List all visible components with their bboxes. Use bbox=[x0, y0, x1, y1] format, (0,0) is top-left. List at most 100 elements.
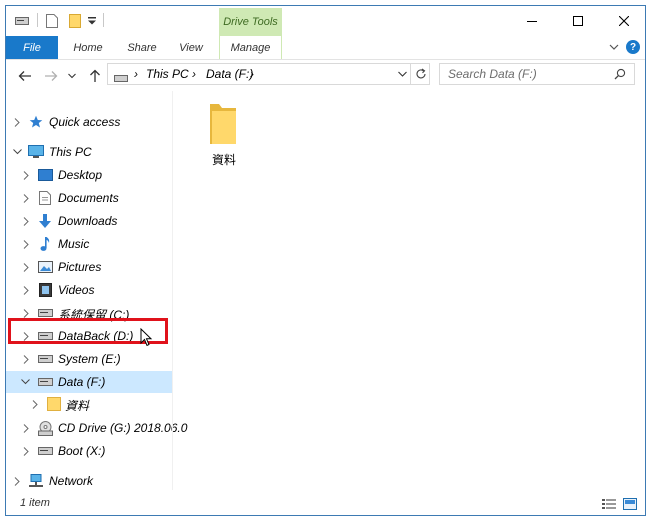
close-icon bbox=[619, 16, 629, 26]
navigation-pane: Quick access This PC Desktop Documents D… bbox=[6, 91, 187, 492]
chevron-down-icon bbox=[609, 44, 619, 50]
pane-divider[interactable] bbox=[172, 91, 173, 490]
help-icon[interactable]: ? bbox=[626, 40, 640, 54]
nav-label: Videos bbox=[58, 283, 95, 297]
chevron-right-icon[interactable] bbox=[21, 215, 31, 227]
nav-label: Data (F:) bbox=[58, 375, 106, 389]
forward-button[interactable] bbox=[42, 67, 60, 85]
chevron-down-icon bbox=[397, 71, 407, 77]
back-button[interactable] bbox=[16, 67, 34, 85]
nav-item-drive-x[interactable]: Boot (X:) bbox=[6, 440, 172, 462]
nav-item-folder-ziliao[interactable]: 資料 bbox=[6, 393, 172, 415]
chevron-down-icon[interactable] bbox=[20, 376, 30, 388]
drive-icon bbox=[37, 374, 53, 390]
network-icon bbox=[28, 473, 44, 489]
refresh-button[interactable] bbox=[412, 64, 430, 84]
videos-icon bbox=[37, 282, 53, 298]
nav-label: CD Drive (G:) 2018.06.0 bbox=[58, 421, 188, 435]
title-bar: Drive Tools bbox=[6, 6, 645, 36]
nav-label: Desktop bbox=[58, 168, 103, 182]
chevron-right-icon[interactable] bbox=[21, 192, 31, 204]
minimize-button[interactable] bbox=[509, 6, 555, 36]
chevron-down-icon[interactable] bbox=[12, 146, 22, 158]
nav-label: This PC bbox=[49, 145, 92, 159]
nav-label: System (E:) bbox=[58, 352, 121, 366]
address-history-button[interactable] bbox=[394, 64, 410, 84]
large-icons-view-button[interactable] bbox=[623, 497, 637, 511]
nav-label: 資料 bbox=[65, 399, 90, 413]
nav-item-quick-access[interactable]: Quick access bbox=[6, 111, 172, 133]
breadcrumb-separator[interactable]: › bbox=[250, 64, 254, 84]
cd-drive-icon bbox=[37, 420, 53, 436]
refresh-icon bbox=[416, 68, 426, 79]
nav-label: Quick access bbox=[49, 115, 121, 129]
explorer-window: Drive Tools File Home Share View Manage … bbox=[5, 5, 646, 516]
chevron-right-icon[interactable] bbox=[21, 422, 31, 434]
computer-icon bbox=[28, 144, 44, 160]
nav-item-drive-e[interactable]: System (E:) bbox=[6, 348, 172, 370]
chevron-right-icon[interactable] bbox=[21, 284, 31, 296]
large-icons-view-icon bbox=[623, 498, 637, 510]
arrow-up-icon bbox=[90, 69, 100, 82]
maximize-button[interactable] bbox=[555, 6, 601, 36]
breadcrumb-data-f[interactable]: Data (F:) bbox=[206, 64, 253, 84]
nav-item-network[interactable]: Network bbox=[6, 470, 172, 492]
tab-home[interactable]: Home bbox=[64, 36, 112, 59]
nav-item-this-pc[interactable]: This PC bbox=[6, 141, 172, 163]
chevron-down-icon bbox=[68, 73, 76, 79]
details-view-button[interactable] bbox=[602, 497, 616, 511]
search-input[interactable]: Search Data (F:) bbox=[439, 63, 635, 85]
nav-label: Documents bbox=[58, 191, 119, 205]
nav-item-drive-f[interactable]: Data (F:) bbox=[6, 371, 172, 393]
tab-share[interactable]: Share bbox=[118, 36, 166, 59]
nav-item-music[interactable]: Music bbox=[6, 233, 172, 255]
chevron-right-icon[interactable] bbox=[12, 116, 22, 128]
file-list-area[interactable]: 資料 bbox=[174, 91, 645, 490]
properties-icon[interactable] bbox=[44, 13, 60, 29]
breadcrumb-separator[interactable]: › bbox=[192, 64, 196, 84]
expand-ribbon-button[interactable] bbox=[607, 40, 621, 54]
chevron-right-icon[interactable] bbox=[21, 169, 31, 181]
documents-icon bbox=[37, 190, 53, 206]
recent-locations-button[interactable] bbox=[66, 67, 78, 85]
chevron-right-icon[interactable] bbox=[21, 353, 31, 365]
nav-item-pictures[interactable]: Pictures bbox=[6, 256, 172, 278]
close-button[interactable] bbox=[601, 6, 645, 36]
new-folder-icon[interactable] bbox=[67, 13, 83, 29]
status-bar: 1 item bbox=[6, 492, 645, 515]
nav-label: Network bbox=[49, 474, 94, 488]
nav-item-desktop[interactable]: Desktop bbox=[6, 164, 172, 186]
tab-file[interactable]: File bbox=[6, 36, 58, 59]
chevron-right-icon[interactable] bbox=[30, 398, 40, 410]
address-bar[interactable]: › This PC › Data (F:) › bbox=[107, 63, 430, 85]
search-icon[interactable] bbox=[614, 68, 626, 83]
customize-dropdown-icon[interactable] bbox=[86, 13, 98, 29]
drive-icon bbox=[37, 351, 53, 367]
tab-manage[interactable]: Manage bbox=[219, 36, 282, 59]
star-icon bbox=[28, 114, 44, 130]
folder-icon bbox=[210, 104, 236, 144]
chevron-right-icon[interactable] bbox=[21, 261, 31, 273]
nav-item-documents[interactable]: Documents bbox=[6, 187, 172, 209]
item-count: 1 item bbox=[20, 497, 50, 509]
minimize-icon bbox=[527, 21, 537, 22]
chevron-right-icon[interactable] bbox=[12, 475, 22, 487]
mouse-cursor-icon bbox=[140, 327, 154, 348]
nav-item-videos[interactable]: Videos bbox=[6, 279, 172, 301]
search-placeholder: Search Data (F:) bbox=[448, 67, 537, 81]
nav-label: Music bbox=[58, 237, 90, 251]
breadcrumb-separator[interactable]: › bbox=[134, 64, 138, 84]
nav-item-cd-drive-g[interactable]: CD Drive (G:) 2018.06.0 bbox=[6, 417, 187, 439]
chevron-right-icon[interactable] bbox=[21, 238, 31, 250]
desktop-icon bbox=[37, 167, 53, 183]
up-button[interactable] bbox=[86, 67, 104, 85]
file-item-folder[interactable]: 資料 bbox=[196, 99, 252, 169]
breadcrumb-this-pc[interactable]: This PC bbox=[146, 64, 189, 84]
chevron-right-icon[interactable] bbox=[21, 445, 31, 457]
drive-icon[interactable] bbox=[14, 13, 30, 29]
tab-view[interactable]: View bbox=[168, 36, 214, 59]
file-item-label: 資料 bbox=[211, 153, 236, 167]
ribbon-tabs: File Home Share View Manage ? bbox=[6, 36, 645, 60]
nav-item-downloads[interactable]: Downloads bbox=[6, 210, 172, 232]
drive-tools-contextual-tab[interactable]: Drive Tools bbox=[219, 8, 282, 36]
